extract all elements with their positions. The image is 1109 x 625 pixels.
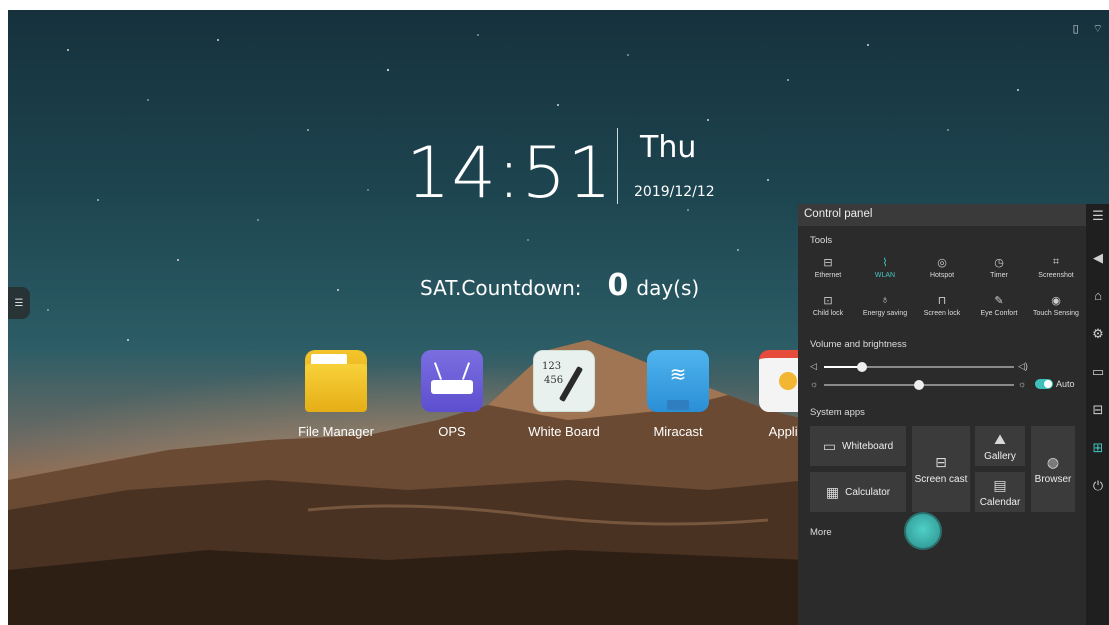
app-label: File Manager: [298, 424, 374, 439]
tile-label: Browser: [1034, 473, 1072, 485]
system-app-gallery[interactable]: ⛰ Gallery: [975, 426, 1025, 466]
whiteboard-icon: ▭: [822, 437, 837, 454]
volume-high-icon: ◁): [1018, 361, 1028, 371]
tool-energy-saving[interactable]: ♁ Energy saving: [857, 294, 913, 317]
menu-handle-icon: ☰: [14, 297, 24, 309]
auto-brightness-label: Auto: [1056, 379, 1075, 389]
tile-label: Screen cast: [914, 473, 968, 485]
system-apps-heading: System apps: [810, 407, 865, 418]
calculator-icon: ▦: [825, 483, 840, 500]
settings-icon[interactable]: ⚙: [1090, 326, 1106, 342]
control-panel: Control panel Tools ⊟ Ethernet ⌇ WLAN ◎ …: [798, 204, 1086, 625]
tile-label: Gallery: [984, 450, 1016, 462]
tile-label: Calendar: [979, 496, 1021, 508]
app-label: White Board: [528, 424, 600, 439]
countdown-label: SAT.Countdown:: [420, 276, 582, 300]
tool-hotspot[interactable]: ◎ Hotspot: [914, 256, 970, 279]
input-source-icon[interactable]: ⊟: [1090, 402, 1106, 418]
tool-ethernet[interactable]: ⊟ Ethernet: [800, 256, 856, 279]
router-icon: [421, 350, 483, 412]
clock-date: 2019/12/12: [634, 184, 715, 200]
app-label: Miracast: [653, 424, 703, 439]
left-sidebar-handle[interactable]: ☰: [8, 287, 30, 319]
app-white-board[interactable]: 123 456 White Board: [509, 350, 619, 439]
brightness-slider[interactable]: [824, 380, 1014, 390]
hotspot-icon: ◎: [937, 257, 947, 269]
auto-brightness-toggle[interactable]: [1035, 379, 1053, 389]
app-label: OPS: [438, 424, 466, 439]
tool-label: Screen lock: [923, 310, 961, 317]
calendar-icon: ▤: [993, 476, 1007, 493]
clock-weekday: Thu: [640, 130, 697, 165]
tool-screenshot[interactable]: ⌗ Screenshot: [1028, 256, 1084, 279]
system-app-calculator[interactable]: ▦ Calculator: [810, 472, 906, 512]
energy-saving-icon: ♁: [880, 294, 890, 306]
volume-slider[interactable]: [824, 362, 1014, 372]
floating-assist-button[interactable]: [904, 512, 942, 550]
sat-countdown: SAT.Countdown: 0 day(s): [420, 268, 699, 303]
brightness-high-icon: ☼: [1018, 379, 1027, 389]
tile-label: Calculator: [845, 486, 891, 498]
globe-icon: ◍: [1046, 453, 1060, 470]
touch-sensing-icon: ◉: [1051, 295, 1061, 307]
back-icon[interactable]: ◀: [1090, 250, 1106, 266]
volume-knob[interactable]: [857, 362, 867, 372]
tool-timer[interactable]: ◷ Timer: [971, 256, 1027, 279]
app-file-manager[interactable]: File Manager: [281, 350, 391, 439]
home-icon[interactable]: ⌂: [1090, 288, 1106, 303]
screen-cast-icon: ⊟: [935, 453, 947, 470]
tool-child-lock[interactable]: ⊡ Child lock: [800, 294, 856, 317]
gallery-icon: ⛰: [994, 430, 1006, 447]
tools-heading: Tools: [810, 235, 833, 246]
countdown-unit: day(s): [636, 276, 700, 300]
tool-screen-lock[interactable]: ⊓ Screen lock: [914, 294, 970, 317]
ethernet-icon: ⊟: [823, 257, 833, 269]
wlan-icon: ⌇: [882, 257, 888, 269]
brightness-knob[interactable]: [914, 380, 924, 390]
child-lock-icon: ⊡: [823, 295, 833, 307]
control-panel-title: Control panel: [798, 204, 1086, 226]
app-miracast[interactable]: ≋ Miracast: [623, 350, 733, 439]
right-sidebar: ☰ ◀ ⌂ ⚙ ▭ ⊟ ⊞ ⏻: [1086, 204, 1109, 625]
status-bar: ▯ ⌔: [1073, 22, 1103, 36]
miracast-icon: ≋: [647, 350, 709, 412]
whiteboard-icon: 123 456: [533, 350, 595, 412]
tool-label: Child lock: [812, 310, 844, 317]
brightness-low-icon: ☼: [810, 379, 819, 389]
screenshot-icon: ⌗: [1052, 256, 1060, 268]
screen-lock-icon: ⊓: [937, 295, 947, 307]
timer-icon: ◷: [994, 257, 1004, 269]
system-app-whiteboard[interactable]: ▭ Whiteboard: [810, 426, 906, 466]
tile-label: Whiteboard: [842, 440, 894, 452]
more-label[interactable]: More: [810, 527, 832, 538]
system-app-browser[interactable]: ◍ Browser: [1031, 426, 1075, 512]
tool-label: Eye Confort: [980, 310, 1018, 317]
tool-touch-sensing[interactable]: ◉ Touch Sensing: [1028, 294, 1084, 317]
volume-low-icon: ◁: [810, 361, 817, 371]
control-panel-icon[interactable]: ⊞: [1090, 440, 1106, 456]
tool-label: Hotspot: [929, 272, 955, 279]
tool-wlan[interactable]: ⌇ WLAN: [857, 256, 913, 279]
folder-icon[interactable]: ▭: [1090, 364, 1106, 380]
tool-label: Screenshot: [1038, 272, 1074, 279]
clock-divider: [617, 128, 618, 204]
app-ops[interactable]: OPS: [397, 350, 507, 439]
power-icon[interactable]: ⏻: [1090, 478, 1106, 494]
tool-label: WLAN: [874, 272, 896, 279]
eye-comfort-icon: ✎: [994, 295, 1004, 307]
system-app-screen-cast[interactable]: ⊟ Screen cast: [912, 426, 970, 512]
tool-label: Timer: [990, 272, 1008, 279]
volume-brightness-heading: Volume and brightness: [810, 339, 907, 350]
usb-icon: ▯: [1072, 23, 1079, 35]
countdown-value: 0: [607, 268, 629, 303]
tool-label: Touch Sensing: [1033, 310, 1079, 317]
tool-label: Ethernet: [814, 272, 842, 279]
tool-label: Energy saving: [862, 310, 908, 317]
menu-handle-icon[interactable]: ☰: [1090, 208, 1106, 224]
tool-eye-comfort[interactable]: ✎ Eye Confort: [971, 294, 1027, 317]
system-app-calendar[interactable]: ▤ Calendar: [975, 472, 1025, 512]
clock-time: 14:51: [406, 132, 613, 214]
folder-icon: [305, 350, 367, 412]
wifi-off-icon: ⌔: [1092, 23, 1103, 35]
